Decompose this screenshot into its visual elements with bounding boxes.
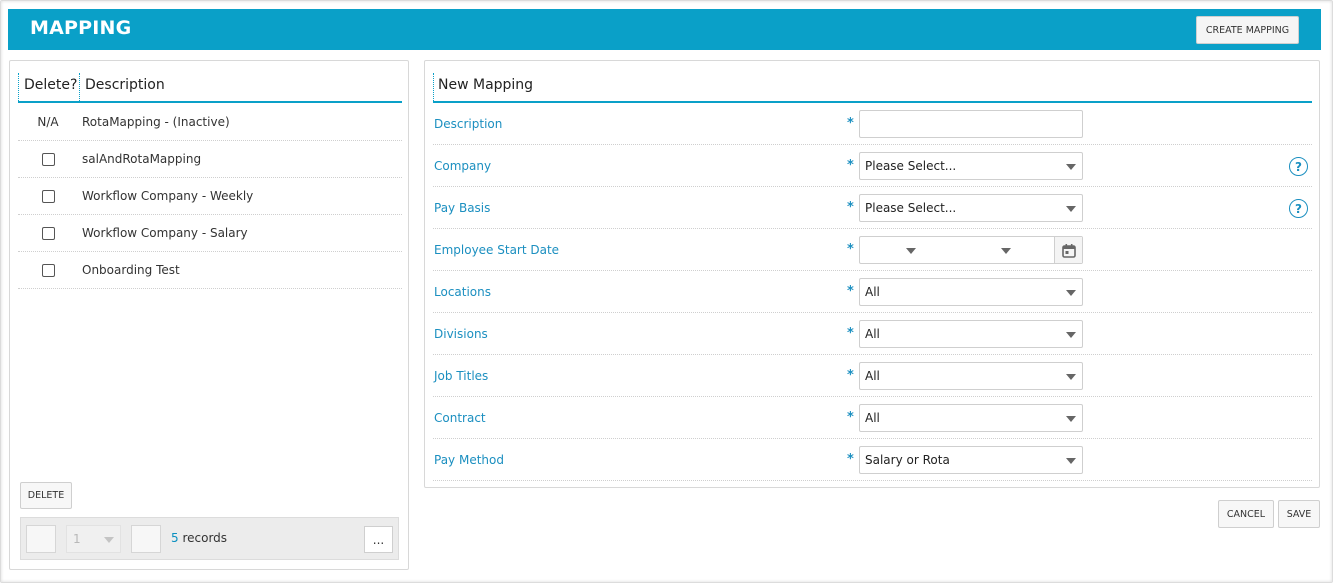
column-header-description: Description xyxy=(79,73,402,103)
delete-checkbox[interactable] xyxy=(41,189,55,203)
required-marker: * xyxy=(847,200,854,215)
table-row[interactable]: N/A RotaMapping - (Inactive) xyxy=(18,104,402,141)
create-mapping-button[interactable]: CREATE MAPPING xyxy=(1196,16,1299,44)
delete-cell xyxy=(18,252,78,288)
delete-na-label: N/A xyxy=(37,115,59,129)
company-select[interactable]: Please Select... xyxy=(859,152,1083,180)
contract-value: All xyxy=(865,411,880,425)
delete-cell xyxy=(18,178,78,214)
mapping-description[interactable]: RotaMapping - (Inactive) xyxy=(82,104,230,140)
record-count-number: 5 xyxy=(171,531,179,545)
field-row-divisions: Divisions * All xyxy=(433,313,1312,355)
page-select[interactable]: 1 xyxy=(66,525,121,553)
mappings-list-panel: Delete? Description N/A RotaMapping - (I… xyxy=(9,60,409,570)
pay-basis-select[interactable]: Please Select... xyxy=(859,194,1083,222)
chevron-down-icon[interactable] xyxy=(906,248,916,254)
field-row-job-titles: Job Titles * All xyxy=(433,355,1312,397)
pay-basis-value: Please Select... xyxy=(865,201,957,215)
delete-checkbox[interactable] xyxy=(41,152,55,166)
contract-label: Contract xyxy=(434,411,486,425)
divisions-value: All xyxy=(865,327,880,341)
pay-basis-label: Pay Basis xyxy=(434,201,491,215)
chevron-down-icon xyxy=(1066,374,1076,380)
mapping-description[interactable]: Workflow Company - Salary xyxy=(82,215,248,251)
calendar-icon[interactable] xyxy=(1054,237,1082,263)
description-label: Description xyxy=(434,117,503,131)
company-value: Please Select... xyxy=(865,159,957,173)
field-row-locations: Locations * All xyxy=(433,271,1312,313)
table-row[interactable]: Onboarding Test xyxy=(18,252,402,289)
required-marker: * xyxy=(847,368,854,383)
mapping-description[interactable]: Onboarding Test xyxy=(82,252,180,288)
new-mapping-form: New Mapping Description * Company * Plea… xyxy=(424,60,1320,488)
required-marker: * xyxy=(847,326,854,341)
company-label: Company xyxy=(434,159,492,173)
contract-select[interactable]: All xyxy=(859,404,1083,432)
mapping-description[interactable]: Workflow Company - Weekly xyxy=(82,178,253,214)
delete-cell xyxy=(18,215,78,251)
record-count: 5 records xyxy=(171,531,227,545)
chevron-down-icon xyxy=(104,537,114,543)
chevron-down-icon xyxy=(1066,164,1076,170)
chevron-down-icon xyxy=(1066,206,1076,212)
job-titles-select[interactable]: All xyxy=(859,362,1083,390)
help-question-icon[interactable]: ? xyxy=(1289,199,1308,218)
delete-button[interactable]: DELETE xyxy=(20,482,72,509)
delete-cell xyxy=(18,141,78,177)
divisions-select[interactable]: All xyxy=(859,320,1083,348)
field-row-company: Company * Please Select... ? xyxy=(433,145,1312,187)
field-row-contract: Contract * All xyxy=(433,397,1312,439)
form-header: New Mapping xyxy=(433,73,1312,103)
page-number: 1 xyxy=(73,532,81,546)
field-row-pay-basis: Pay Basis * Please Select... ? xyxy=(433,187,1312,229)
mapping-description[interactable]: salAndRotaMapping xyxy=(82,141,201,177)
pay-method-select[interactable]: Salary or Rota xyxy=(859,446,1083,474)
required-marker: * xyxy=(847,284,854,299)
locations-label: Locations xyxy=(434,285,492,299)
required-marker: * xyxy=(847,116,854,131)
job-titles-value: All xyxy=(865,369,880,383)
chevron-down-icon xyxy=(1066,416,1076,422)
delete-checkbox[interactable] xyxy=(41,263,55,277)
field-row-employee-start-date: Employee Start Date * xyxy=(433,229,1312,271)
chevron-down-icon[interactable] xyxy=(1001,248,1011,254)
chevron-down-icon xyxy=(1066,458,1076,464)
help-question-icon[interactable]: ? xyxy=(1289,157,1308,176)
page-title: MAPPING xyxy=(30,17,132,39)
employee-start-date-picker[interactable] xyxy=(859,236,1083,264)
chevron-down-icon xyxy=(1066,290,1076,296)
cancel-button[interactable]: CANCEL xyxy=(1218,500,1274,528)
divisions-label: Divisions xyxy=(434,327,488,341)
field-row-pay-method: Pay Method * Salary or Rota xyxy=(433,439,1312,481)
page-header: MAPPING CREATE MAPPING xyxy=(8,9,1321,50)
field-row-description: Description * xyxy=(433,103,1312,145)
delete-checkbox[interactable] xyxy=(41,226,55,240)
required-marker: * xyxy=(847,242,854,257)
pay-method-value: Salary or Rota xyxy=(865,453,950,467)
job-titles-label: Job Titles xyxy=(434,369,489,383)
table-row[interactable]: Workflow Company - Weekly xyxy=(18,178,402,215)
list-header: Delete? Description xyxy=(18,73,402,103)
employee-start-date-label: Employee Start Date xyxy=(434,243,560,257)
more-options-button[interactable]: ... xyxy=(364,526,393,553)
pagination-bar: 1 5 records ... xyxy=(20,517,399,560)
records-label: records xyxy=(182,531,228,545)
next-page-button[interactable] xyxy=(131,525,161,553)
previous-page-button[interactable] xyxy=(26,525,56,553)
required-marker: * xyxy=(847,158,854,173)
required-marker: * xyxy=(847,410,854,425)
description-input[interactable] xyxy=(859,110,1083,138)
form-title: New Mapping xyxy=(433,73,533,103)
column-header-delete: Delete? xyxy=(18,73,78,103)
save-button[interactable]: SAVE xyxy=(1278,500,1320,528)
table-row[interactable]: salAndRotaMapping xyxy=(18,141,402,178)
table-row[interactable]: Workflow Company - Salary xyxy=(18,215,402,252)
locations-value: All xyxy=(865,285,880,299)
chevron-down-icon xyxy=(1066,332,1076,338)
locations-select[interactable]: All xyxy=(859,278,1083,306)
required-marker: * xyxy=(847,452,854,467)
pay-method-label: Pay Method xyxy=(434,453,504,467)
